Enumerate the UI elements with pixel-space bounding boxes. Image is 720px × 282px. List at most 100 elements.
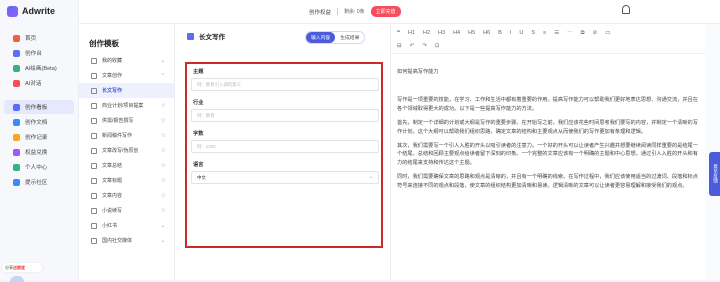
toolbar-button[interactable]: H2: [423, 30, 430, 37]
toolbar-button[interactable]: ⊟: [397, 43, 402, 49]
toolbar-button[interactable]: B: [498, 30, 502, 37]
toolbar-button[interactable]: ≡: [543, 30, 546, 37]
chevron-down-icon: ⌄: [368, 174, 373, 180]
template-item-5[interactable]: 新闻稿件写作 ☆: [79, 128, 174, 143]
sidebar-item-1[interactable]: 创作台: [4, 46, 74, 60]
template-item-12[interactable]: 国内社交媒体 ⌄: [79, 233, 174, 248]
toolbar-button[interactable]: H1: [408, 30, 415, 37]
sidebar-item-label: 创作文档: [25, 120, 48, 126]
template-panel-title: 创作模板: [89, 39, 119, 48]
template-item-11[interactable]: 小红书 ⌄: [79, 218, 174, 233]
toolbar-button[interactable]: ↷: [422, 43, 427, 49]
star-icon[interactable]: ☆: [161, 132, 166, 139]
template-item-label: 商业计划/项目提案: [102, 103, 144, 109]
star-icon[interactable]: ☆: [161, 192, 166, 199]
template-item-9[interactable]: 文章内容 ☆: [79, 188, 174, 203]
industry-input[interactable]: 例：教育: [191, 109, 379, 122]
nav-icon: [13, 64, 20, 72]
toolbar-button[interactable]: ❝: [397, 30, 400, 37]
toolbar-button[interactable]: S: [531, 30, 535, 37]
avatar[interactable]: [10, 276, 24, 282]
template-item-6[interactable]: 文章改写/伪原创 ☆: [79, 143, 174, 158]
form-title: 长文写作: [199, 34, 225, 41]
sidebar-item-4[interactable]: 创作看板: [4, 100, 74, 114]
sidebar-item-label: 权益兑换: [25, 150, 48, 156]
template-icon: [91, 57, 97, 64]
chevron-icon[interactable]: ⌃: [161, 73, 165, 79]
sidebar-item-label: 提示社区: [25, 180, 48, 186]
topic-input[interactable]: 例：教育引入调的意义: [191, 78, 379, 91]
brand[interactable]: Adwrite: [0, 0, 78, 22]
toolbar-button[interactable]: I: [510, 30, 512, 37]
field-label-wordcount: 字数: [193, 131, 204, 137]
star-icon[interactable]: ☆: [161, 102, 166, 109]
sidebar-item-label: 创作台: [25, 51, 42, 57]
brand-name: Adwrite: [22, 6, 56, 16]
template-item-8[interactable]: 文章标题 ☆: [79, 173, 174, 188]
star-icon[interactable]: ☆: [161, 162, 166, 169]
toolbar-button[interactable]: H5: [468, 30, 475, 37]
toolbar-row-1: ❝ H1 H2 H3 H4 H5 H6 B I U S ≡ ☰ ⋯ ⧉ ⊘ ▭: [397, 30, 610, 37]
toolbar-button[interactable]: ⧉: [581, 30, 585, 37]
document-body[interactable]: 如何提高写作能力 写作是一项重要的技能，在学习、工作和生活中都有着重要的作用。提…: [391, 68, 705, 190]
toolbar-button[interactable]: ⊘: [593, 30, 598, 37]
field-label-language: 语言: [193, 162, 204, 168]
paragraph-2: 首先，制定一个详细的计划或大纲是写作的重要步骤。在开始写之前，我们应该花些时间思…: [397, 120, 698, 135]
chevron-icon[interactable]: ⌄: [161, 238, 165, 244]
language-select[interactable]: 中文 ⌄: [191, 171, 379, 184]
template-item-label: 新闻稿件写作: [102, 133, 133, 139]
toolbar-button[interactable]: ▭: [605, 30, 610, 37]
sidebar-item-label: 创作看板: [25, 105, 48, 111]
sidebar-item-label: 创作记录: [25, 135, 48, 141]
star-icon[interactable]: ☆: [161, 207, 166, 214]
remaining-text: 剩余: [344, 9, 355, 15]
sidebar-item-9[interactable]: 提示社区: [4, 175, 74, 189]
template-item-7[interactable]: 文章总结 ☆: [79, 158, 174, 173]
template-item-0[interactable]: 我的收藏 ⌄: [79, 53, 174, 68]
template-icon: [91, 177, 97, 184]
toolbar-button[interactable]: H3: [438, 30, 445, 37]
star-icon[interactable]: ☆: [161, 117, 166, 124]
toolbar-button[interactable]: ↶: [410, 43, 415, 49]
template-item-3[interactable]: 商业计划/项目提案 ☆: [79, 98, 174, 113]
chevron-icon[interactable]: ⌄: [161, 223, 165, 229]
toolbar-button[interactable]: H6: [483, 30, 490, 37]
toolbar-button[interactable]: H4: [453, 30, 460, 37]
template-item-2[interactable]: 长文写作: [79, 83, 174, 98]
sidebar-item-3[interactable]: AI对话: [4, 76, 74, 90]
sidebar-item-5[interactable]: 创作文档: [4, 115, 74, 129]
star-icon[interactable]: ☆: [161, 147, 166, 154]
template-icon: [91, 117, 97, 124]
toolbar-button[interactable]: ⋯: [567, 30, 573, 37]
toolbar-button[interactable]: ⊡: [435, 43, 440, 49]
sidebar-item-7[interactable]: 权益兑换: [4, 145, 74, 159]
sidebar-item-8[interactable]: 个人中心: [4, 160, 74, 174]
star-icon[interactable]: ☆: [161, 177, 166, 184]
document-icon: [187, 32, 194, 40]
template-item-1[interactable]: 文章创作 ⌃: [79, 68, 174, 83]
remaining-value: 0条: [356, 9, 365, 15]
template-item-label: 国内社交媒体: [102, 238, 133, 244]
share-promo-banner[interactable]: 分享送额度: [2, 263, 42, 272]
template-item-4[interactable]: 供需/报告撰写 ☆: [79, 113, 174, 128]
tab-input[interactable]: 输入内容: [306, 32, 336, 43]
sidebar-item-6[interactable]: 创作记录: [4, 130, 74, 144]
toolbar-button[interactable]: ☰: [554, 30, 559, 37]
nav-icon: [13, 118, 20, 126]
bell-icon[interactable]: [622, 5, 630, 14]
toolbar-button[interactable]: U: [519, 30, 523, 37]
sidebar-item-0[interactable]: 首页: [4, 31, 74, 45]
nav-icon: [13, 133, 20, 141]
chevron-icon[interactable]: ⌄: [161, 58, 165, 64]
nav-icon: [13, 34, 20, 42]
template-item-label: 供需/报告撰写: [102, 118, 134, 124]
nav-icon: [13, 49, 20, 57]
tab-result[interactable]: 生成结果: [335, 32, 364, 43]
promo-highlight: 送额度: [13, 265, 25, 270]
wordcount-input[interactable]: 例：1000: [191, 140, 379, 153]
template-item-label: 长文写作: [102, 88, 123, 94]
recharge-button[interactable]: 立即充值: [370, 6, 401, 17]
template-item-10[interactable]: 小说续写 ☆: [79, 203, 174, 218]
sidebar-item-2[interactable]: AI绘画(Beta): [4, 61, 74, 75]
feedback-tab[interactable]: 意见反馈: [709, 152, 720, 196]
